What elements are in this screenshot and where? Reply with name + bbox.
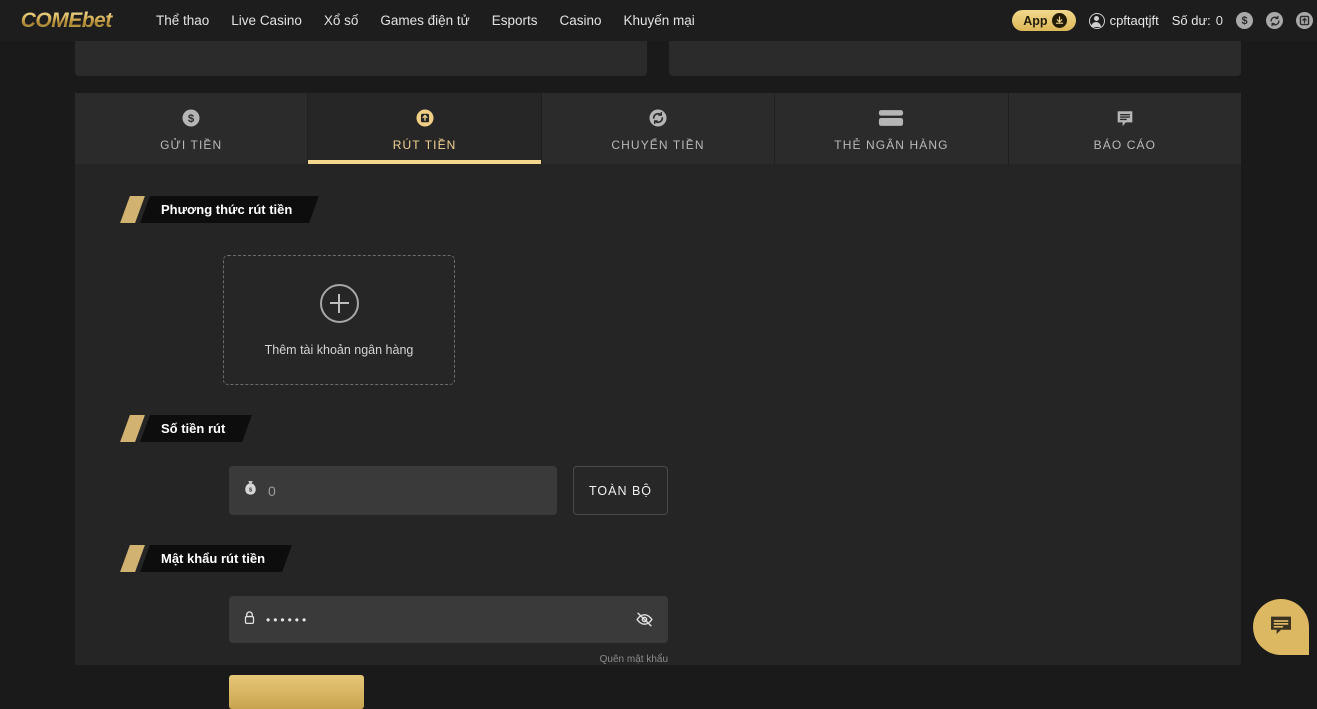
transfer-circle-icon (647, 106, 669, 130)
nav-item-casino[interactable]: Casino (559, 13, 601, 28)
withdraw-all-button[interactable]: TOÀN BỘ (573, 466, 668, 515)
withdraw-all-label: TOÀN BỘ (589, 484, 652, 498)
nav-item-xo-so[interactable]: Xổ số (324, 13, 359, 28)
nav-item-esports[interactable]: Esports (492, 13, 538, 28)
summary-card-wallet-title: VÍ TIỀN (903, 41, 956, 42)
section-title-amount: Số tiền rút (161, 421, 225, 436)
summary-card-wallet-value: 0 (999, 41, 1007, 42)
report-icon (1114, 106, 1136, 130)
submit-withdraw-button[interactable] (229, 675, 364, 709)
app-download-button[interactable]: App (1012, 10, 1075, 31)
nav-item-the-thao[interactable]: Thể thao (156, 13, 209, 28)
summary-card-games-value: 0 (416, 41, 424, 42)
section-header-amount: Số tiền rút (125, 415, 1241, 442)
summary-card-games-content: TRÒ CHƠI 0 (75, 41, 647, 42)
transfer-icon[interactable] (1266, 12, 1283, 29)
eye-slash-icon[interactable] (635, 611, 654, 628)
download-icon (1052, 13, 1067, 28)
user-account[interactable]: cpftaqtjft (1089, 13, 1159, 29)
site-logo[interactable]: COMEbetvn (12, 8, 130, 34)
nav-item-live-casino[interactable]: Live Casino (231, 13, 302, 28)
tab-the-ngan-hang[interactable]: THẺ NGÂN HÀNG (775, 93, 1008, 164)
tab-gui-tien-label: GỬI TIỀN (160, 138, 222, 152)
section-band: Mật khẩu rút tiền (140, 545, 292, 572)
plus-circle-icon (320, 284, 359, 323)
tab-rut-tien-label: RÚT TIỀN (393, 138, 457, 152)
tab-chuyen-tien-label: CHUYỂN TIỀN (611, 138, 704, 152)
section-header-password: Mật khẩu rút tiền (125, 545, 1241, 572)
logo-text: COMEbet (21, 9, 112, 33)
amount-input-value: 0 (268, 483, 276, 499)
amount-row: $ 0 TOÀN BỘ (229, 466, 1241, 515)
password-input[interactable]: •••••• (229, 596, 668, 643)
section-title-password: Mật khẩu rút tiền (161, 551, 265, 566)
nav-item-games-dien-tu[interactable]: Games điện tử (380, 13, 469, 28)
dollar-circle-icon: $ (180, 106, 202, 130)
tab-chuyen-tien[interactable]: CHUYỂN TIỀN (542, 93, 775, 164)
section-band: Số tiền rút (140, 415, 252, 442)
logo-superscript: vn (113, 9, 123, 19)
section-title-method: Phương thức rút tiền (161, 202, 292, 217)
add-bank-account-card[interactable]: Thêm tài khoản ngân hàng (223, 255, 455, 385)
forgot-password-link[interactable]: Quên mật khẩu (229, 654, 668, 665)
tab-gui-tien[interactable]: $ GỬI TIỀN (75, 93, 308, 164)
balance-label: Số dư: (1172, 13, 1211, 28)
withdraw-icon[interactable] (1296, 12, 1313, 29)
password-value: •••••• (266, 613, 309, 627)
header-right: App cpftaqtjft Số dư: 0 $ (1012, 10, 1317, 31)
lock-icon (243, 610, 256, 630)
password-wrapper: •••••• Quên mật khẩu (229, 596, 668, 665)
summary-card-wallet-content: VÍ TIỀN 0 (669, 41, 1241, 42)
bank-card-icon (878, 106, 904, 130)
deposit-icon[interactable]: $ (1236, 12, 1253, 29)
nav-item-khuyen-mai[interactable]: Khuyến mại (624, 13, 695, 28)
tab-bao-cao[interactable]: BÁO CÁO (1009, 93, 1241, 164)
chat-bubble-icon (1269, 614, 1293, 641)
svg-text:$: $ (188, 113, 195, 125)
section-band: Phương thức rút tiền (140, 196, 319, 223)
wallet-tabs: $ GỬI TIỀN RÚT TIỀN CHUYỂN TIỀN THẺ NGÂN… (75, 93, 1241, 164)
summary-cards-strip: TRÒ CHƠI 0 VÍ TIỀN 0 (75, 41, 1241, 76)
section-header-method: Phương thức rút tiền (125, 196, 1241, 223)
app-button-label: App (1023, 14, 1047, 28)
add-bank-account-label: Thêm tài khoản ngân hàng (265, 343, 414, 357)
tab-the-ngan-hang-label: THẺ NGÂN HÀNG (834, 138, 948, 152)
withdraw-box-icon (414, 106, 436, 130)
summary-card-games[interactable]: TRÒ CHƠI 0 (75, 41, 647, 76)
wallet-panel: $ GỬI TIỀN RÚT TIỀN CHUYỂN TIỀN THẺ NGÂN… (75, 93, 1241, 665)
forgot-password-label: Quên mật khẩu (600, 654, 668, 665)
chat-support-button[interactable] (1253, 599, 1309, 655)
username-label: cpftaqtjft (1110, 13, 1159, 28)
main-nav: Thể thao Live Casino Xổ số Games điện tử… (156, 13, 695, 28)
avatar (1089, 13, 1105, 29)
balance-display: Số dư: 0 (1172, 13, 1223, 28)
tab-rut-tien[interactable]: RÚT TIỀN (308, 93, 541, 164)
summary-card-games-title: TRÒ CHƠI (298, 41, 372, 42)
amount-input[interactable]: $ 0 (229, 466, 557, 515)
summary-card-wallet[interactable]: VÍ TIỀN 0 (669, 41, 1241, 76)
money-bag-icon: $ (243, 480, 258, 501)
balance-value: 0 (1216, 13, 1223, 28)
site-header: COMEbetvn Thể thao Live Casino Xổ số Gam… (0, 0, 1317, 41)
tab-bao-cao-label: BÁO CÁO (1094, 138, 1156, 152)
